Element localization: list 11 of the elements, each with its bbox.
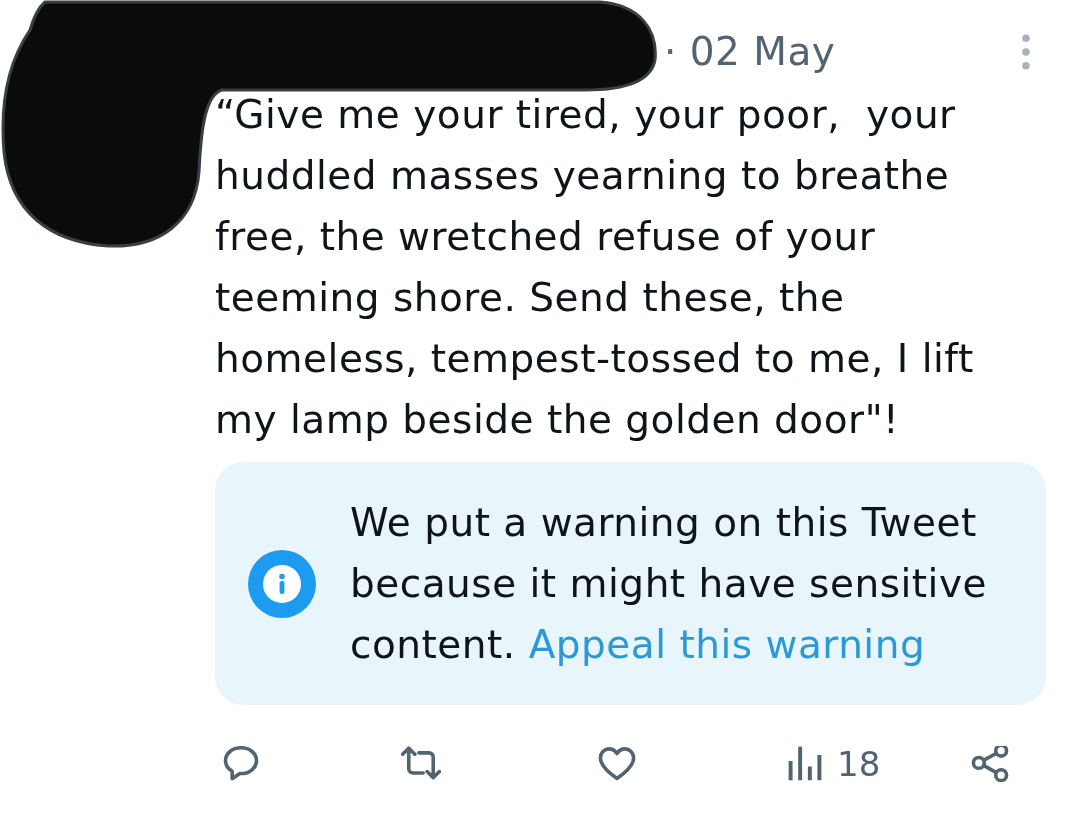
loop-arrows-icon bbox=[401, 746, 441, 782]
vertical-dots-icon bbox=[1020, 34, 1032, 70]
timestamp[interactable]: · 02 May bbox=[664, 29, 836, 75]
heart-icon bbox=[597, 746, 637, 782]
share-icon bbox=[970, 746, 1010, 782]
share-button[interactable] bbox=[970, 744, 1010, 784]
info-icon bbox=[248, 549, 316, 618]
views-button[interactable]: 18 bbox=[785, 744, 881, 784]
speech-bubble-icon bbox=[221, 746, 261, 782]
tweet-text: “Give me your tired, your poor, your huddled masses yearning to breathe free, the wretched refuse of your teeming shore. Send these, the homeless, tempest-tossed to me, I lift my lamp beside the golden door"! bbox=[215, 91, 975, 444]
warning-message: We put a warning on this Tweet because it might have sensitive content. Appeal this warning bbox=[350, 499, 988, 669]
